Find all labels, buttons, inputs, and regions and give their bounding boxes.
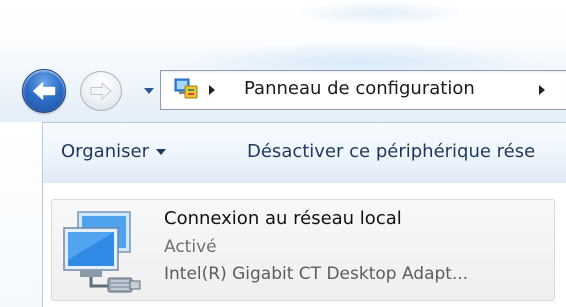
- arrow-left-icon: [32, 81, 56, 101]
- organize-button[interactable]: Organiser: [61, 141, 167, 162]
- list-item[interactable]: Connexion au réseau local Activé Intel(R…: [51, 199, 555, 301]
- chevron-down-icon: [155, 149, 166, 155]
- control-panel-icon: [174, 78, 198, 99]
- arrow-right-icon: [90, 81, 112, 101]
- network-connection-icon: [63, 211, 141, 293]
- chevron-down-icon: [144, 88, 154, 94]
- breadcrumb-control-panel[interactable]: Panneau de configuration: [244, 78, 475, 99]
- navigation-pane-edge: [0, 122, 42, 307]
- glass-highlight: [290, 0, 470, 26]
- command-bar: Organiser Désactiver ce périphérique rés…: [42, 122, 566, 184]
- connection-status: Activé: [164, 237, 217, 257]
- organize-label: Organiser: [61, 141, 149, 162]
- disable-device-button[interactable]: Désactiver ce périphérique rése: [247, 141, 535, 162]
- forward-button[interactable]: [80, 71, 122, 111]
- connections-list: Connexion au réseau local Activé Intel(R…: [42, 183, 566, 307]
- address-bar[interactable]: Panneau de configuration: [160, 70, 566, 110]
- connection-adapter: Intel(R) Gigabit CT Desktop Adapt...: [164, 264, 469, 284]
- connection-name: Connexion au réseau local: [164, 208, 402, 229]
- back-button[interactable]: [22, 69, 66, 113]
- breadcrumb-arrow-icon[interactable]: [537, 83, 547, 97]
- breadcrumb-arrow-icon[interactable]: [207, 83, 217, 97]
- recent-pages-button[interactable]: [142, 84, 156, 98]
